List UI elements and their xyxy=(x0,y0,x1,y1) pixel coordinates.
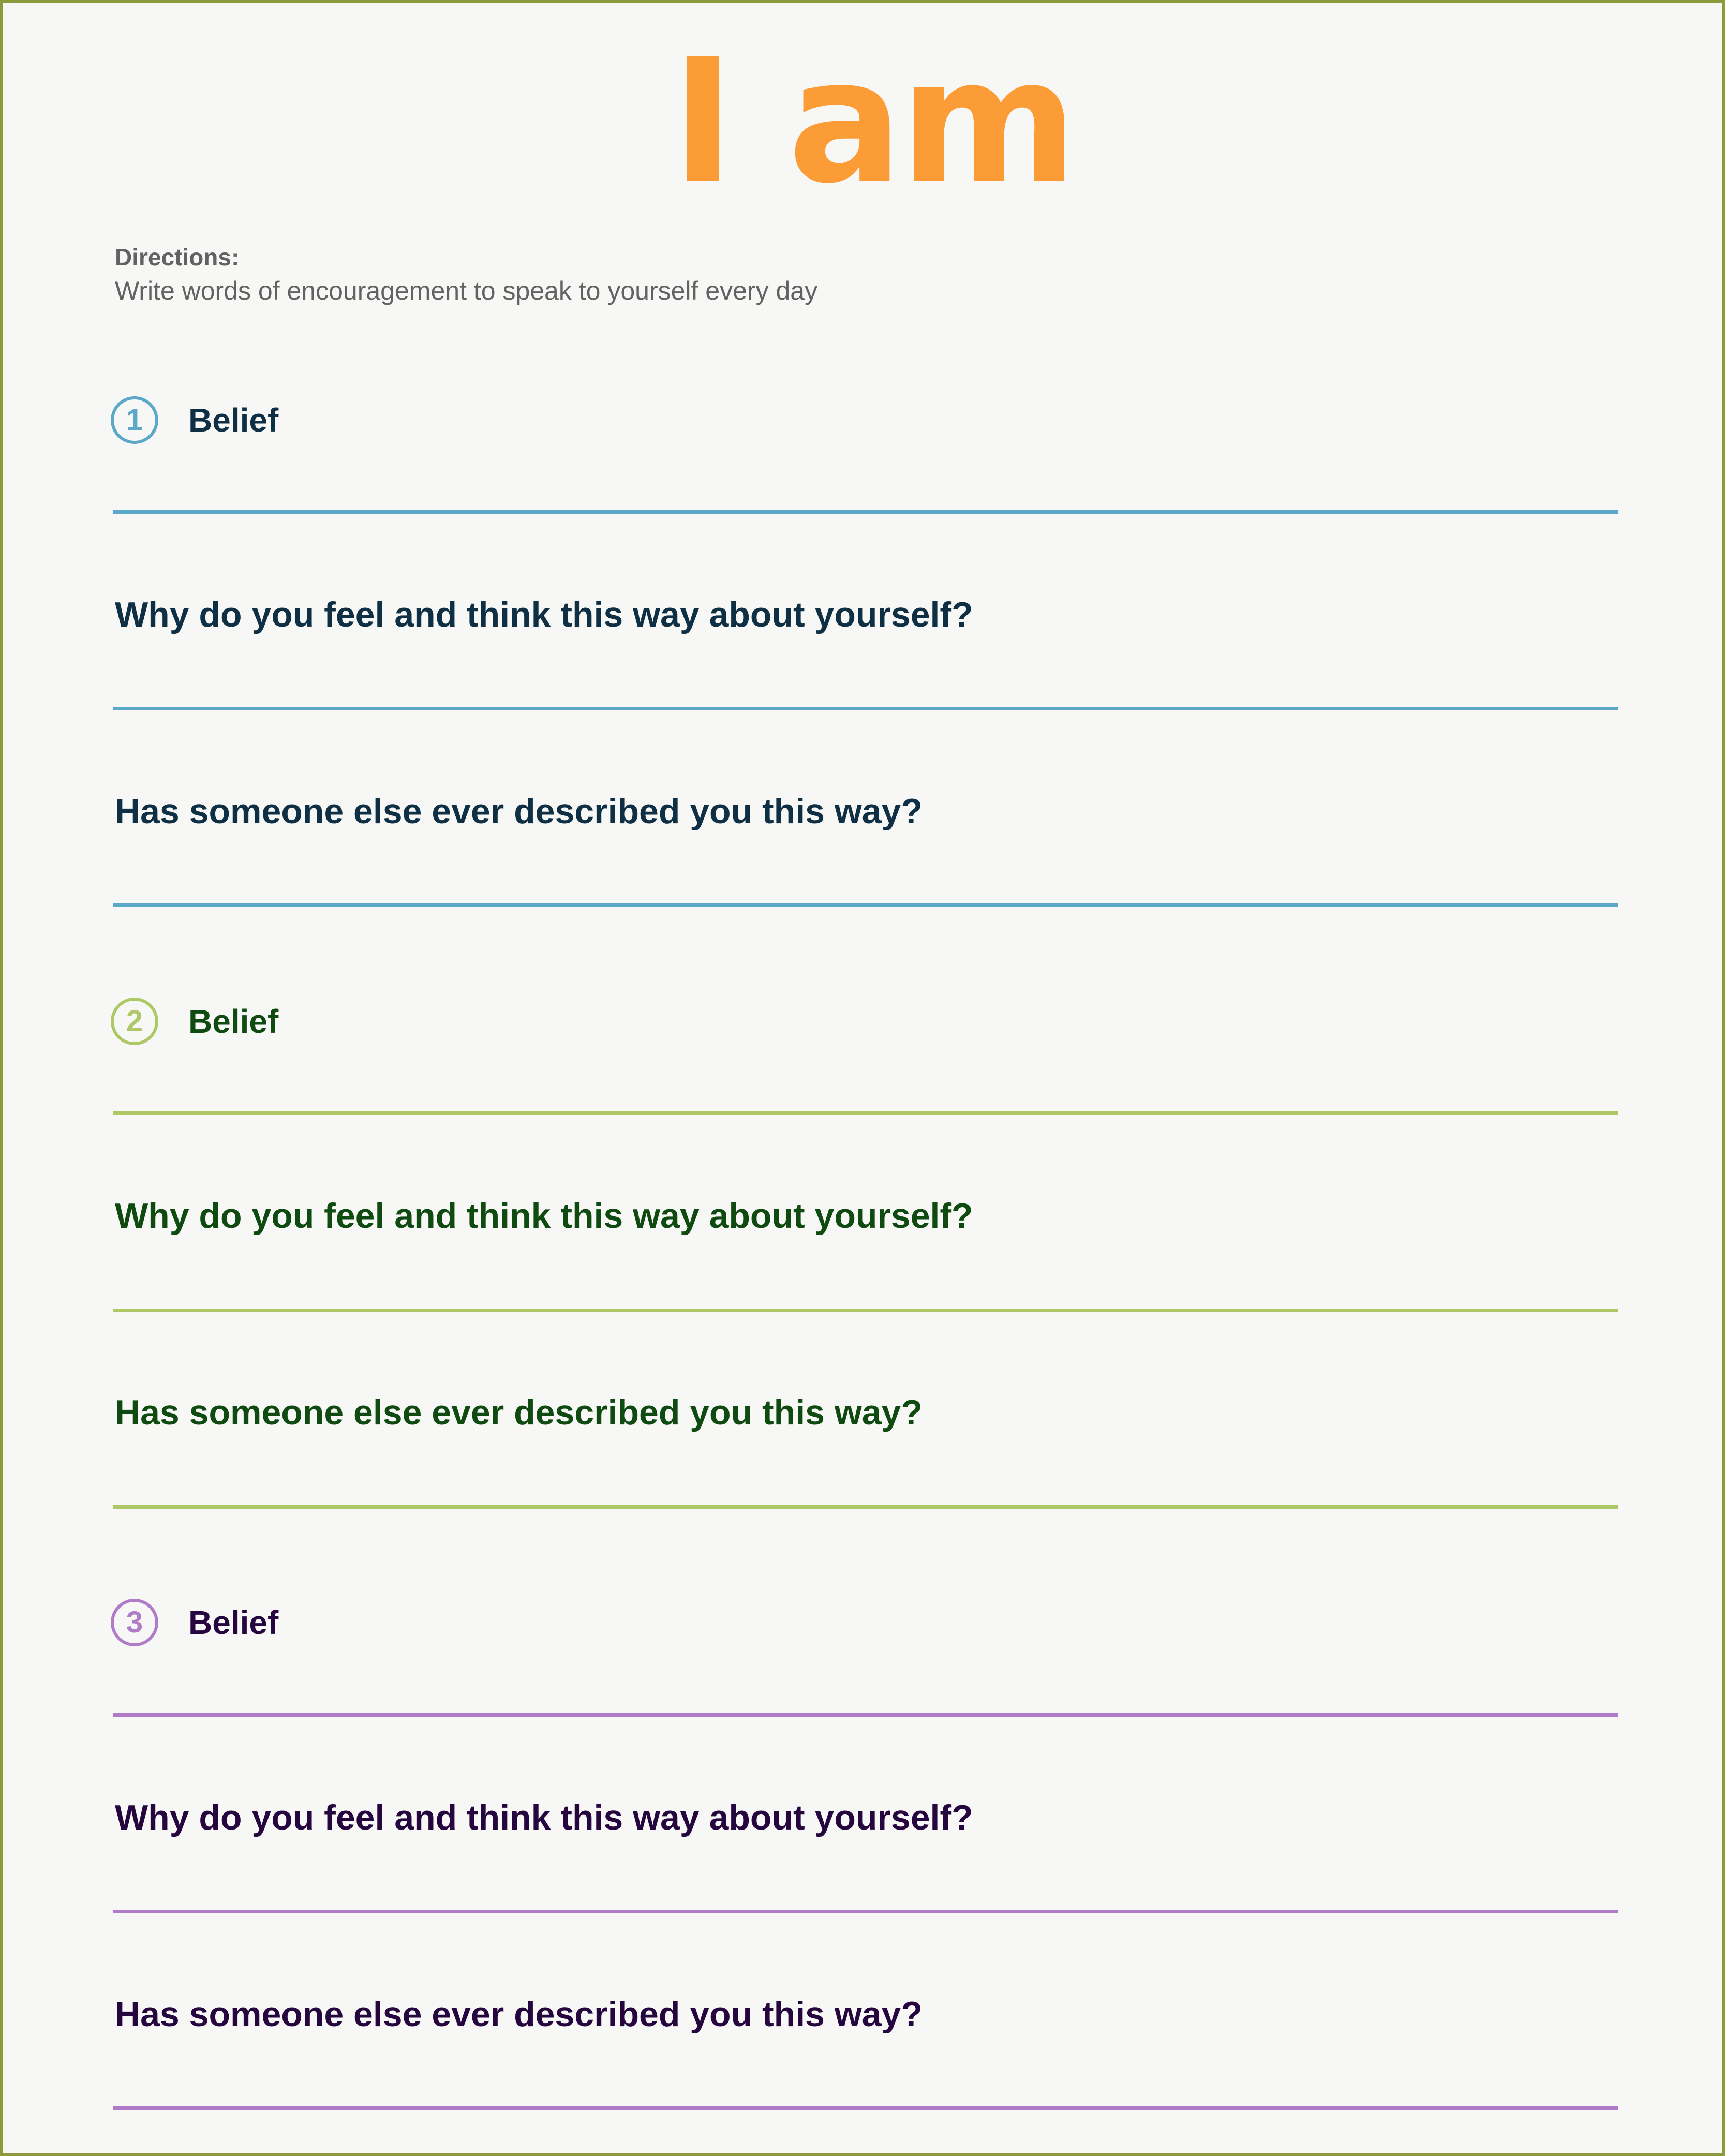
section-3-belief-label: Belief xyxy=(188,1604,279,1641)
section-1-someone-else-answer-line[interactable] xyxy=(113,903,1618,907)
section-2-why-answer-line[interactable] xyxy=(113,1309,1618,1312)
section-3-question-someone-else: Has someone else ever described you this… xyxy=(115,1995,923,2034)
section-1-belief-label: Belief xyxy=(188,402,279,439)
section-2-someone-else-answer-line[interactable] xyxy=(113,1505,1618,1509)
section-3-number-badge: 3 xyxy=(111,1599,158,1646)
directions-text: Write words of encouragement to speak to… xyxy=(115,276,818,305)
section-3-question-why: Why do you feel and think this way about… xyxy=(115,1798,973,1837)
section-3-someone-else-answer-line[interactable] xyxy=(113,2106,1618,2110)
section-1-question-someone-else: Has someone else ever described you this… xyxy=(115,792,923,831)
section-2-belief-label: Belief xyxy=(188,1003,279,1040)
section-1-why-answer-line[interactable] xyxy=(113,707,1618,710)
page-title: I am xyxy=(671,22,1078,221)
directions-label: Directions: xyxy=(115,244,240,271)
section-1-belief-answer-line[interactable] xyxy=(113,510,1618,514)
section-3-belief-answer-line[interactable] xyxy=(113,1713,1618,1717)
section-1-number-badge: 1 xyxy=(111,396,158,444)
section-2-question-why: Why do you feel and think this way about… xyxy=(115,1196,973,1236)
section-3-why-answer-line[interactable] xyxy=(113,1910,1618,1913)
section-2-belief-answer-line[interactable] xyxy=(113,1111,1618,1115)
section-1-question-why: Why do you feel and think this way about… xyxy=(115,595,973,634)
section-2-number-badge: 2 xyxy=(111,998,158,1045)
section-2-question-someone-else: Has someone else ever described you this… xyxy=(115,1393,923,1432)
